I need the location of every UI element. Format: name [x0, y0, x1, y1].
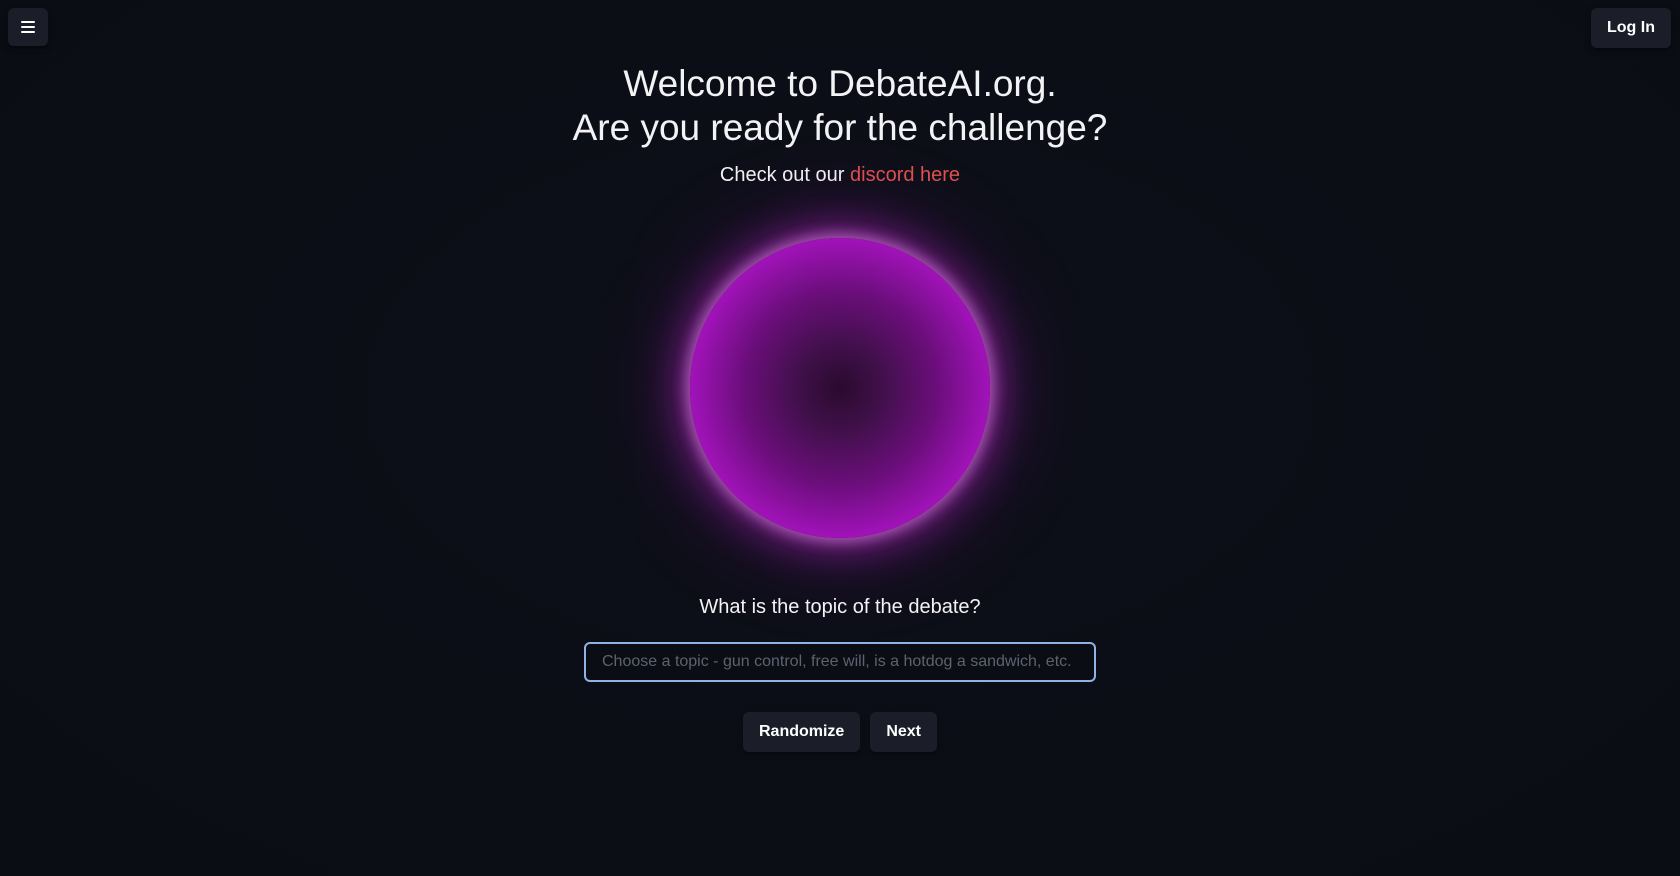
login-button[interactable]: Log In — [1591, 8, 1671, 48]
glowing-orb — [690, 238, 990, 538]
page-title: Welcome to DebateAI.org. Are you ready f… — [0, 62, 1680, 150]
title-line-1: Welcome to DebateAI.org. — [623, 63, 1057, 104]
hamburger-menu-icon — [21, 21, 35, 33]
randomize-button[interactable]: Randomize — [742, 712, 861, 752]
topic-input[interactable] — [584, 642, 1096, 682]
title-line-2: Are you ready for the challenge? — [572, 107, 1108, 148]
orb-sphere — [690, 238, 990, 538]
discord-link[interactable]: discord here — [850, 164, 960, 186]
action-buttons: Randomize Next — [0, 712, 1680, 752]
page: Log In Welcome to DebateAI.org. Are you … — [0, 0, 1680, 876]
discord-subline: Check out our discord here — [0, 164, 1680, 187]
subline-prefix: Check out our — [719, 164, 845, 186]
next-button[interactable]: Next — [870, 712, 938, 752]
menu-button[interactable] — [8, 8, 48, 46]
topic-question: What is the topic of the debate? — [699, 596, 981, 618]
